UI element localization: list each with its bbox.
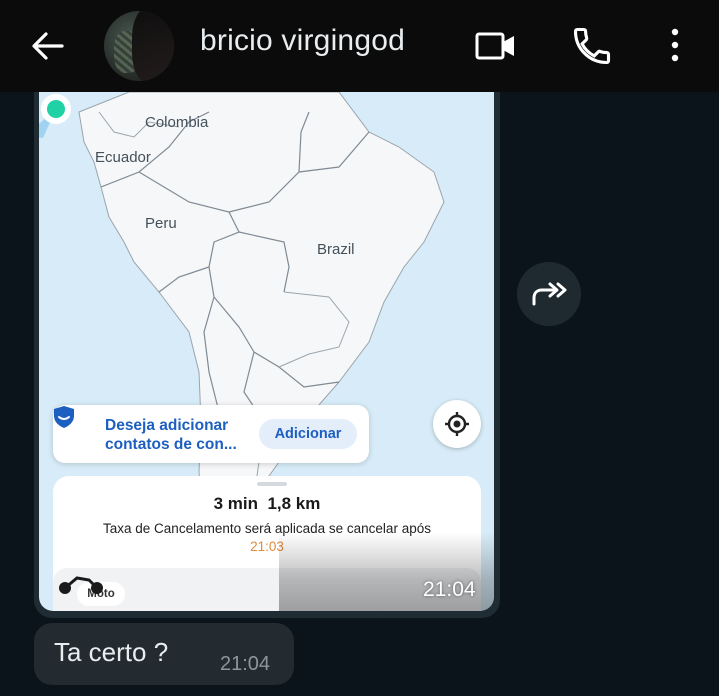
back-arrow-icon <box>32 32 64 60</box>
map-label-colombia: Colombia <box>145 114 209 131</box>
add-contacts-button[interactable]: Adicionar <box>259 419 357 449</box>
image-message-time: 21:04 <box>423 578 476 601</box>
shared-screenshot[interactable]: Colombia Ecuador Peru Brazil Deseja adic… <box>39 92 494 611</box>
contact-name[interactable]: bricio virgingod <box>200 24 405 58</box>
more-options-button[interactable] <box>660 24 690 68</box>
add-contacts-banner[interactable]: Deseja adicionar contatos de con... Adic… <box>53 405 369 463</box>
shield-icon <box>54 406 74 428</box>
avatar[interactable] <box>104 11 174 81</box>
crosshair-icon <box>445 412 469 436</box>
more-vert-icon <box>671 28 679 62</box>
message-text: Ta certo ? <box>54 637 169 667</box>
message-time: 21:04 <box>220 653 271 675</box>
sheet-handle[interactable] <box>257 482 287 486</box>
voice-call-button[interactable] <box>570 24 614 68</box>
video-call-button[interactable] <box>474 24 518 68</box>
recenter-button[interactable] <box>433 400 481 448</box>
map-label-ecuador: Ecuador <box>95 149 151 166</box>
video-call-icon <box>475 32 514 60</box>
eta-distance: 3 min 1,8 km <box>213 494 321 513</box>
map-label-peru: Peru <box>145 215 177 232</box>
text-message-bubble[interactable]: Ta certo ? 21:04 <box>34 623 294 685</box>
back-button[interactable] <box>26 26 70 66</box>
motorcycle-icon <box>59 576 103 594</box>
chat-area: Colombia Ecuador Peru Brazil Deseja adic… <box>0 92 719 696</box>
forward-button[interactable] <box>517 262 581 326</box>
chat-header: bricio virgingod <box>0 0 719 92</box>
banner-text: Deseja adicionar contatos de con... <box>105 417 237 453</box>
image-message-bubble[interactable]: Colombia Ecuador Peru Brazil Deseja adic… <box>34 92 500 618</box>
voice-call-icon <box>573 27 611 65</box>
location-pin-icon <box>39 94 71 138</box>
map-label-brazil: Brazil <box>317 241 355 258</box>
forward-icon <box>532 282 567 306</box>
